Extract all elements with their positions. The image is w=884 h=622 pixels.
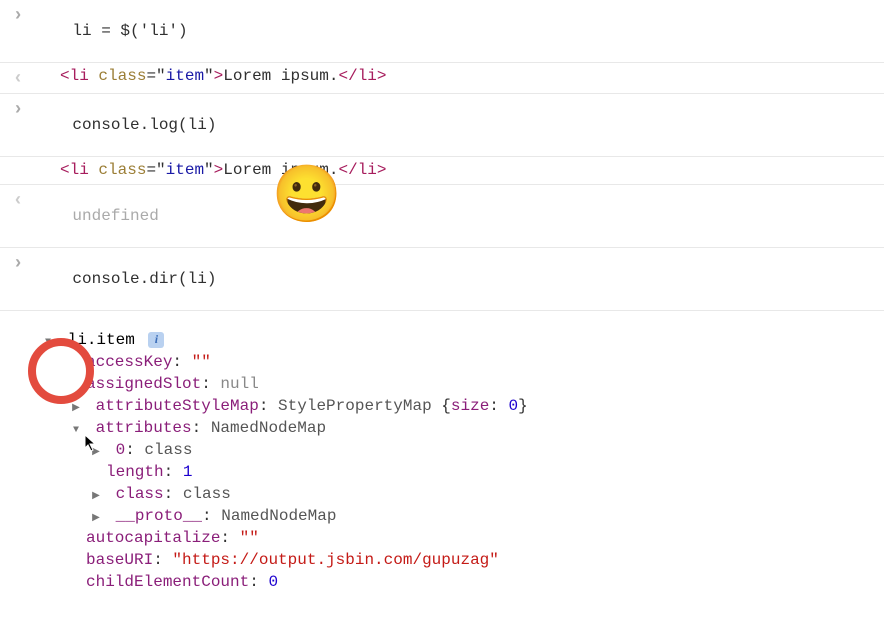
console-return-row: undefined xyxy=(0,185,884,248)
console-output-row[interactable]: <li class="item">Lorem ipsum.</li> xyxy=(0,63,884,94)
input-chevron-icon xyxy=(8,252,28,274)
prop-value: class xyxy=(183,485,231,503)
console-input-row[interactable]: li = $('li') xyxy=(0,0,884,63)
disclosure-down-icon[interactable] xyxy=(70,419,82,437)
attr-eq: =" xyxy=(146,67,165,85)
output-chevron-icon xyxy=(8,67,28,89)
return-value: undefined xyxy=(28,189,876,243)
output-chevron-icon xyxy=(8,189,28,211)
disclosure-down-icon[interactable] xyxy=(42,331,54,349)
input-code: li = $('li') xyxy=(72,22,187,40)
prop-key: childElementCount xyxy=(86,573,249,591)
prop-value: "" xyxy=(192,353,211,371)
prop-key: length xyxy=(106,463,164,481)
console-log-output-row[interactable]: <li class="item">Lorem ipsum.</li> xyxy=(0,157,884,185)
prop-attributes[interactable]: attributes: NamedNodeMap xyxy=(62,417,876,439)
element-preview: <li class="item">Lorem ipsum.</li> xyxy=(28,161,876,179)
object-tree: li.item i accessKey: "" assignedSlot: nu… xyxy=(28,329,876,593)
prop-value: "" xyxy=(240,529,259,547)
close-lt: </ xyxy=(338,67,357,85)
prop-assignedslot[interactable]: assignedSlot: null xyxy=(78,373,876,395)
code-line: console.log(li) xyxy=(28,98,876,152)
empty-gutter xyxy=(8,161,28,163)
console-input-row[interactable]: console.log(li) xyxy=(0,94,884,157)
prop-accesskey[interactable]: accessKey: "" xyxy=(78,351,876,373)
prop-key: class xyxy=(116,485,164,503)
prop-value: NamedNodeMap xyxy=(211,419,326,437)
prop-value: NamedNodeMap xyxy=(221,507,336,525)
tag-open: < xyxy=(60,67,70,85)
attr-class[interactable]: class: class xyxy=(82,483,876,505)
prop-key: __proto__ xyxy=(116,507,202,525)
disclosure-right-icon[interactable] xyxy=(90,441,102,459)
attr-index-0[interactable]: 0: class xyxy=(82,439,876,461)
undefined-value: undefined xyxy=(72,207,158,225)
prop-value: 1 xyxy=(183,463,193,481)
tag-close-gt: > xyxy=(214,67,224,85)
code-line: li = $('li') xyxy=(28,4,876,58)
prop-key: assignedSlot xyxy=(86,375,201,393)
prop-childelementcount[interactable]: childElementCount: 0 xyxy=(78,571,876,593)
disclosure-right-icon[interactable] xyxy=(90,507,102,525)
prop-value: 0 xyxy=(268,573,278,591)
prop-key: 0 xyxy=(116,441,126,459)
info-icon[interactable]: i xyxy=(148,332,164,348)
tree-root[interactable]: li.item i xyxy=(34,329,876,351)
input-chevron-icon xyxy=(8,4,28,26)
attr-name: class xyxy=(98,67,146,85)
prop-value: "https://output.jsbin.com/gupuzag" xyxy=(172,551,498,569)
attr-length[interactable]: length: 1 xyxy=(82,461,876,483)
disclosure-right-icon[interactable] xyxy=(70,397,82,415)
console-input-row[interactable]: console.dir(li) xyxy=(0,248,884,311)
console-dir-output: li.item i accessKey: "" assignedSlot: nu… xyxy=(0,311,884,597)
prop-key: autocapitalize xyxy=(86,529,220,547)
prop-value: class xyxy=(144,441,192,459)
prop-autocapitalize[interactable]: autocapitalize: "" xyxy=(78,527,876,549)
prop-key: baseURI xyxy=(86,551,153,569)
node-text: Lorem ipsum. xyxy=(223,67,338,85)
prop-key: attributeStyleMap xyxy=(96,397,259,415)
close-gt: > xyxy=(377,67,387,85)
tag-name: li xyxy=(70,67,89,85)
attr-val: item xyxy=(166,67,204,85)
prop-value: null xyxy=(220,375,258,393)
close-name: li xyxy=(358,67,377,85)
element-preview: <li class="item">Lorem ipsum.</li> xyxy=(28,67,876,85)
prop-baseuri[interactable]: baseURI: "https://output.jsbin.com/gupuz… xyxy=(78,549,876,571)
disclosure-right-icon[interactable] xyxy=(90,485,102,503)
prop-key: attributes xyxy=(96,419,192,437)
input-code: console.dir(li) xyxy=(72,270,216,288)
code-line: console.dir(li) xyxy=(28,252,876,306)
empty-gutter xyxy=(8,329,28,331)
input-code: console.log(li) xyxy=(72,116,216,134)
prop-key: accessKey xyxy=(86,353,172,371)
type-name: StylePropertyMap xyxy=(278,397,432,415)
prop-attributestylemap[interactable]: attributeStyleMap: StylePropertyMap {siz… xyxy=(62,395,876,417)
attr-proto[interactable]: __proto__: NamedNodeMap xyxy=(82,505,876,527)
input-chevron-icon xyxy=(8,98,28,120)
root-label: li.item xyxy=(68,331,135,349)
attr-close: " xyxy=(204,67,214,85)
